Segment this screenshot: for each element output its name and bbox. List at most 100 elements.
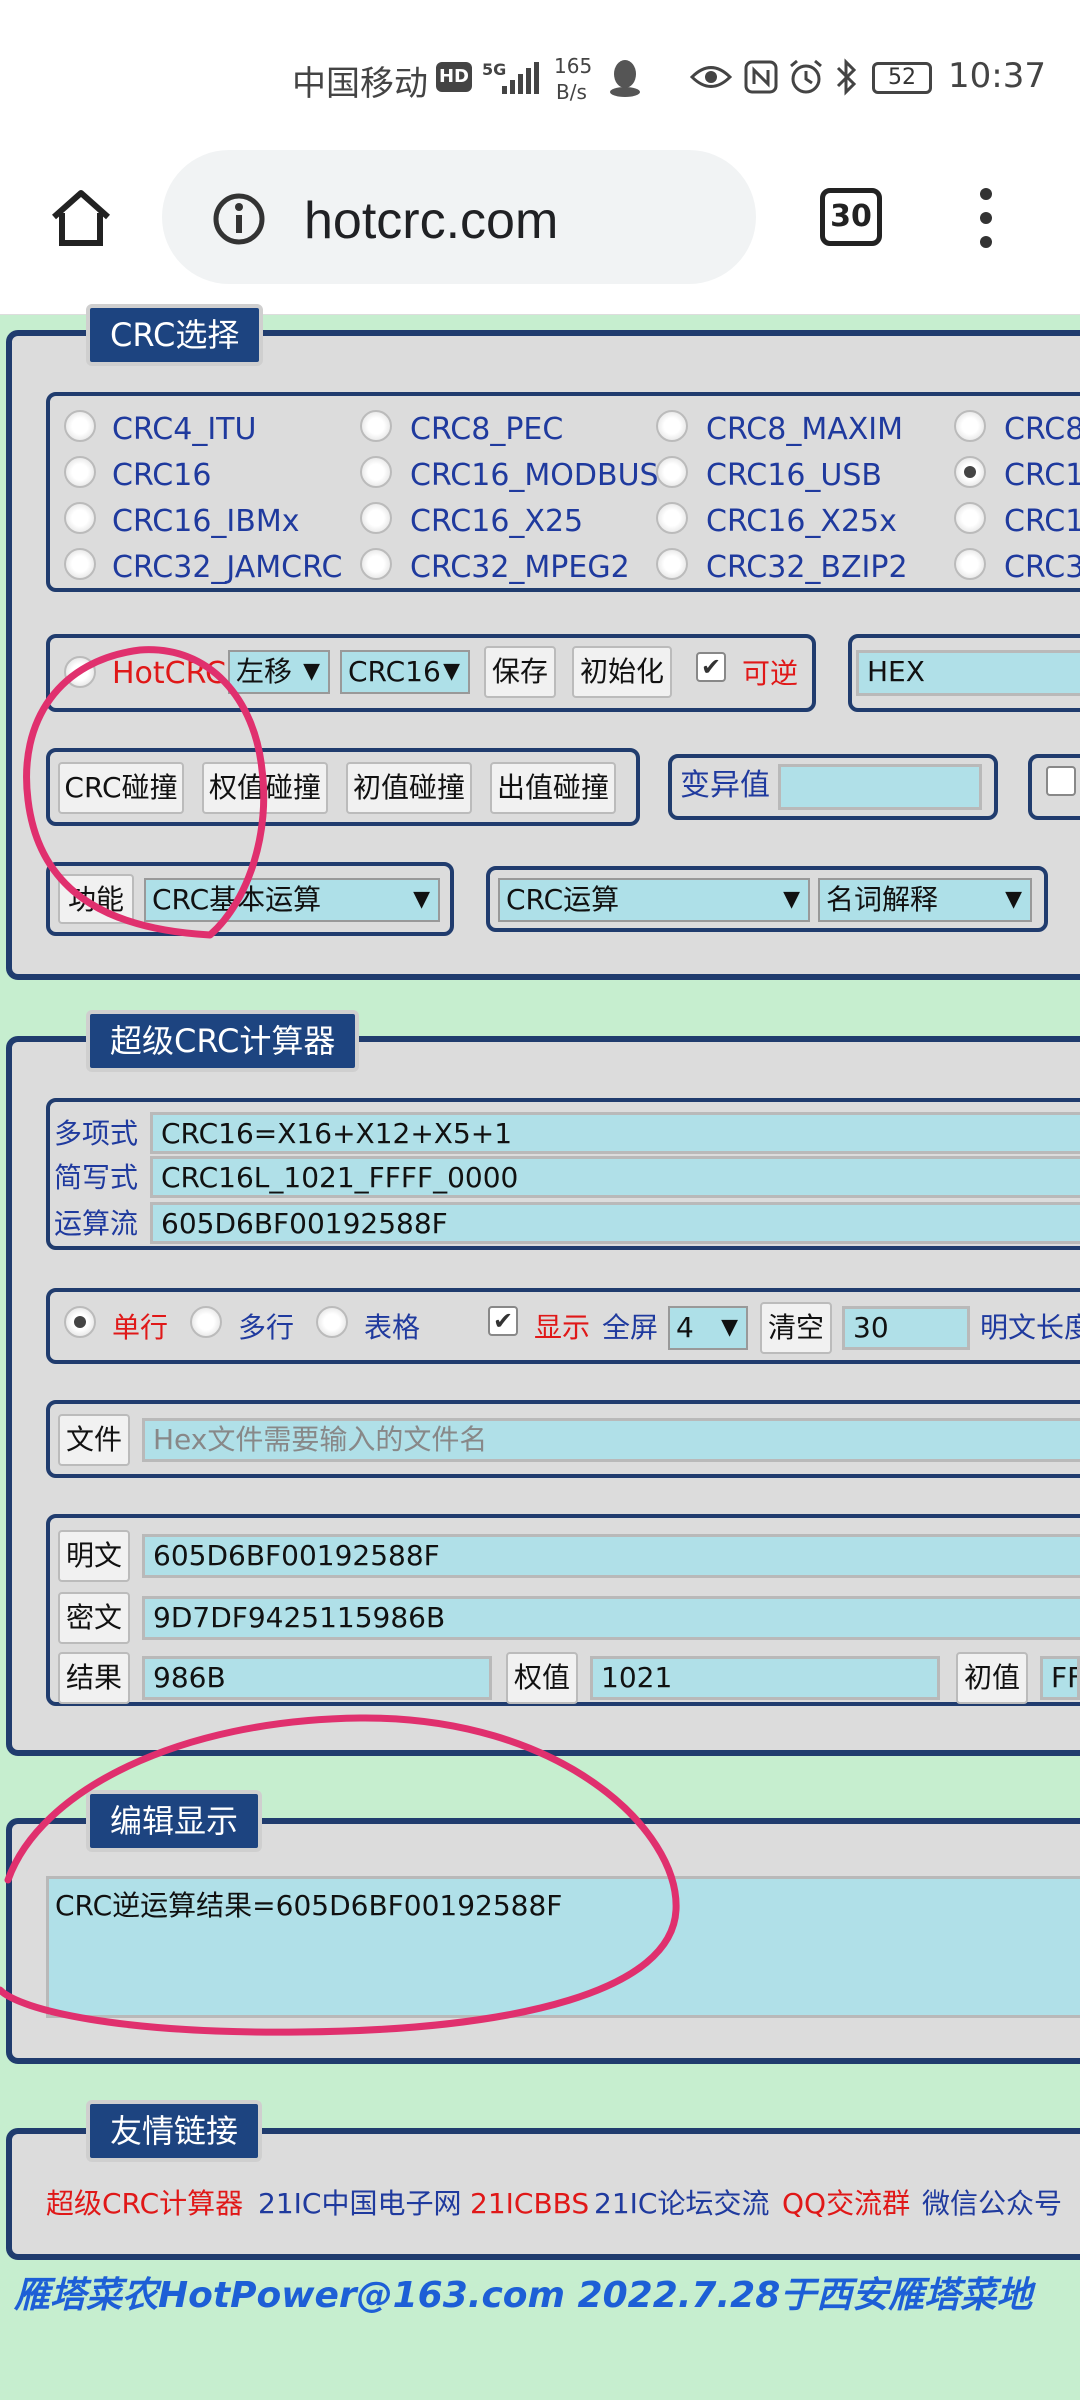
terms-select[interactable]: 名词解释 ▼ bbox=[818, 878, 1032, 922]
link-21ic[interactable]: 21IC中国电子网 bbox=[258, 2184, 461, 2224]
terms-select-value: 名词解释 bbox=[826, 883, 939, 916]
extra-checkbox[interactable] bbox=[1046, 766, 1076, 796]
radio-crc16-other[interactable] bbox=[954, 502, 986, 534]
status-bar: 中国移动 HD 5G 165 B/s 52 10:37 bbox=[0, 0, 1080, 150]
option-label: CRC16_MODBUS bbox=[410, 458, 659, 493]
bluetooth-icon bbox=[836, 58, 857, 96]
result-button[interactable]: 结果 bbox=[58, 1652, 130, 1704]
editor-textarea[interactable]: CRC逆运算结果=605D6BF00192588F bbox=[46, 1876, 1080, 2018]
link-super-crc[interactable]: 超级CRC计算器 bbox=[46, 2184, 243, 2224]
flow-input[interactable]: 605D6BF00192588F bbox=[150, 1202, 1080, 1244]
option-label: CRC16 bbox=[112, 458, 212, 493]
plaintext-input[interactable]: 605D6BF00192588F bbox=[142, 1534, 1080, 1578]
clear-button[interactable]: 清空 bbox=[760, 1302, 832, 1354]
shift-select[interactable]: 左移 ▼ bbox=[228, 650, 330, 694]
radio-multi-line[interactable] bbox=[190, 1306, 222, 1338]
option-label: CRC1( bbox=[1004, 504, 1080, 539]
chevron-down-icon: ▼ bbox=[413, 887, 430, 912]
variant-label: 变异值 bbox=[680, 768, 770, 803]
option-label: CRC16_X25 bbox=[410, 504, 584, 539]
flow-label: 运算流 bbox=[54, 1207, 139, 1240]
radio-hotcrc[interactable] bbox=[64, 656, 96, 688]
link-wechat[interactable]: 微信公众号 bbox=[922, 2184, 1062, 2224]
radio-crc4-itu[interactable] bbox=[64, 410, 96, 442]
radio-crc16-ibmx[interactable] bbox=[64, 502, 96, 534]
file-input[interactable]: Hex文件需要输入的文件名 bbox=[142, 1418, 1080, 1462]
initialize-button[interactable]: 初始化 bbox=[572, 646, 672, 698]
function-select[interactable]: CRC基本运算 ▼ bbox=[144, 878, 440, 922]
initial-value-button[interactable]: 初值 bbox=[956, 1652, 1028, 1704]
chevron-down-icon: ▼ bbox=[303, 659, 320, 684]
initial-value-input[interactable]: FFI bbox=[1040, 1656, 1080, 1700]
radio-crc16-usb[interactable] bbox=[656, 456, 688, 488]
ciphertext-button[interactable]: 密文 bbox=[58, 1592, 130, 1644]
reversible-checkbox[interactable]: ✔ bbox=[696, 652, 726, 682]
poly-input[interactable]: CRC16=X16+X12+X5+1 bbox=[150, 1112, 1080, 1154]
crc-collision-button[interactable]: CRC碰撞 bbox=[58, 762, 184, 814]
weight-input[interactable]: 1021 bbox=[590, 1656, 940, 1700]
fullscreen-select[interactable]: 4 ▼ bbox=[668, 1306, 748, 1350]
chevron-down-icon: ▼ bbox=[443, 659, 460, 684]
save-button[interactable]: 保存 bbox=[484, 646, 556, 698]
option-label: CRC4_ITU bbox=[112, 412, 257, 447]
more-menu-icon[interactable] bbox=[976, 188, 996, 248]
option-label: CRC32_JAMCRC bbox=[112, 550, 343, 585]
operation-select[interactable]: CRC运算 ▼ bbox=[498, 878, 810, 922]
short-label: 简写式 bbox=[54, 1161, 139, 1194]
single-line-label: 单行 bbox=[112, 1311, 169, 1344]
option-label: CRC1( bbox=[1004, 458, 1080, 493]
option-label: CRC16_USB bbox=[706, 458, 883, 493]
format-input[interactable]: HEX bbox=[856, 650, 1080, 696]
radio-crc32-bzip2[interactable] bbox=[656, 548, 688, 580]
radio-crc32-jamcrc[interactable] bbox=[64, 548, 96, 580]
radio-crc16-selected[interactable] bbox=[954, 456, 986, 488]
url-text[interactable]: hotcrc.com bbox=[304, 191, 558, 251]
reversible-label: 可逆 bbox=[742, 657, 799, 690]
display-checkbox[interactable]: ✔ bbox=[488, 1306, 518, 1336]
variant-input[interactable] bbox=[778, 764, 982, 810]
weight-collision-button[interactable]: 权值碰撞 bbox=[202, 762, 328, 814]
eye-icon bbox=[690, 66, 732, 88]
radio-crc16[interactable] bbox=[64, 456, 96, 488]
ciphertext-input[interactable]: 9D7DF9425115986B bbox=[142, 1596, 1080, 1640]
plain-length-input[interactable]: 30 bbox=[842, 1306, 970, 1350]
plaintext-button[interactable]: 明文 bbox=[58, 1530, 130, 1582]
radio-crc8-pec[interactable] bbox=[360, 410, 392, 442]
option-label: CRC16_IBMx bbox=[112, 504, 300, 539]
link-21ic-forum[interactable]: 21IC论坛交流 bbox=[594, 2184, 769, 2224]
chevron-down-icon: ▼ bbox=[721, 1315, 738, 1340]
radio-crc16-x25x[interactable] bbox=[656, 502, 688, 534]
short-input[interactable]: CRC16L_1021_FFFF_0000 bbox=[150, 1156, 1080, 1198]
tab-switcher-button[interactable]: 30 bbox=[820, 188, 882, 246]
weight-button[interactable]: 权值 bbox=[506, 1652, 578, 1704]
output-collision-button[interactable]: 出值碰撞 bbox=[490, 762, 616, 814]
chevron-down-icon: ▼ bbox=[1005, 887, 1022, 912]
link-21icbbs[interactable]: 21ICBBS bbox=[470, 2184, 589, 2224]
function-button[interactable]: 功能 bbox=[58, 874, 134, 924]
qq-icon bbox=[610, 60, 640, 97]
width-select-value: CRC16 bbox=[348, 655, 441, 688]
radio-crc8-other[interactable] bbox=[954, 410, 986, 442]
radio-crc32-mpeg2[interactable] bbox=[360, 548, 392, 580]
radio-crc16-modbus[interactable] bbox=[360, 456, 392, 488]
option-label: CRC32_MPEG2 bbox=[410, 550, 630, 585]
home-icon[interactable] bbox=[48, 185, 114, 251]
plain-length-label: 明文长度 bbox=[980, 1311, 1080, 1344]
radio-crc16-x25[interactable] bbox=[360, 502, 392, 534]
radio-crc32-other[interactable] bbox=[954, 548, 986, 580]
alarm-icon bbox=[790, 59, 822, 94]
radio-table[interactable] bbox=[316, 1306, 348, 1338]
table-label: 表格 bbox=[364, 1311, 421, 1344]
multi-line-label: 多行 bbox=[238, 1311, 295, 1344]
result-input[interactable]: 986B bbox=[142, 1656, 492, 1700]
calculator-legend: 超级CRC计算器 bbox=[86, 1010, 360, 1072]
initial-collision-button[interactable]: 初值碰撞 bbox=[346, 762, 472, 814]
width-select[interactable]: CRC16 ▼ bbox=[340, 650, 470, 694]
footer-signature: 雁塔菜农HotPower@163.com 2022.7.28于西安雁塔菜地 bbox=[14, 2275, 1033, 2316]
radio-single-line[interactable] bbox=[64, 1306, 96, 1338]
hd-badge: HD bbox=[436, 62, 472, 92]
file-button[interactable]: 文件 bbox=[58, 1414, 130, 1466]
link-qq-group[interactable]: QQ交流群 bbox=[782, 2184, 910, 2224]
info-icon[interactable] bbox=[212, 192, 266, 246]
radio-crc8-maxim[interactable] bbox=[656, 410, 688, 442]
